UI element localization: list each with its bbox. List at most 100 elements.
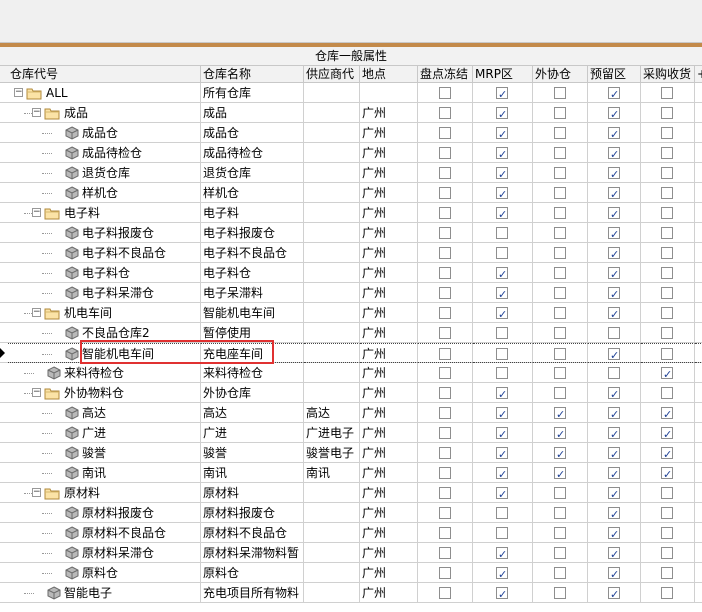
outsource-checkbox[interactable] <box>554 445 566 463</box>
supplier-code[interactable] <box>304 583 360 603</box>
tree-cell[interactable]: − 原材料 <box>8 483 201 503</box>
location[interactable]: 广州 <box>360 463 418 483</box>
table-row[interactable]: 电子料呆滞仓 电子呆滞料 广州 <box>0 283 702 303</box>
supplier-code[interactable] <box>304 323 360 343</box>
reserve-checkbox[interactable] <box>608 125 620 143</box>
table-row[interactable]: 原材料呆滞仓 原材料呆滞物料暂 广州 <box>0 543 702 563</box>
reserve-checkbox[interactable] <box>608 185 620 203</box>
outsource-checkbox[interactable] <box>554 307 566 319</box>
warehouse-name[interactable]: 电子呆滞料 <box>201 283 304 303</box>
table-row[interactable]: 南讯 南讯 南讯 广州 <box>0 463 702 483</box>
mrp-checkbox[interactable] <box>496 285 508 303</box>
purchase-receive-checkbox[interactable] <box>661 527 673 539</box>
purchase-receive-checkbox[interactable] <box>661 207 673 219</box>
supplier-code[interactable] <box>304 543 360 563</box>
stock-freeze-checkbox[interactable] <box>439 307 451 319</box>
purchase-receive-checkbox[interactable] <box>661 547 673 559</box>
outsource-checkbox[interactable] <box>554 487 566 499</box>
location[interactable]: 广州 <box>360 243 418 263</box>
collapse-toggle-icon[interactable]: − <box>32 388 41 397</box>
tree-cell[interactable]: 原材料不良品仓 <box>8 523 201 543</box>
location[interactable]: 广州 <box>360 363 418 383</box>
collapse-toggle-icon[interactable]: − <box>32 208 41 217</box>
outsource-checkbox[interactable] <box>554 465 566 483</box>
reserve-checkbox[interactable] <box>608 265 620 283</box>
stock-freeze-checkbox[interactable] <box>439 127 451 139</box>
outsource-checkbox[interactable] <box>554 127 566 139</box>
location[interactable]: 广州 <box>360 403 418 423</box>
location[interactable]: 广州 <box>360 123 418 143</box>
column-header-location[interactable]: 地点 <box>360 66 418 83</box>
outsource-checkbox[interactable] <box>554 187 566 199</box>
purchase-receive-checkbox[interactable] <box>661 287 673 299</box>
reserve-checkbox[interactable] <box>608 465 620 483</box>
stock-freeze-checkbox[interactable] <box>439 327 451 339</box>
purchase-receive-checkbox[interactable] <box>661 348 673 360</box>
warehouse-name[interactable]: 智能机电车间 <box>201 303 304 323</box>
tree-cell[interactable]: 原材料报废仓 <box>8 503 201 523</box>
stock-freeze-checkbox[interactable] <box>439 207 451 219</box>
collapse-toggle-icon[interactable]: − <box>14 88 23 97</box>
mrp-checkbox[interactable] <box>496 145 508 163</box>
location[interactable]: 广州 <box>360 323 418 343</box>
table-row[interactable]: 退货仓库 退货仓库 广州 <box>0 163 702 183</box>
reserve-checkbox[interactable] <box>608 367 620 379</box>
purchase-receive-checkbox[interactable] <box>661 507 673 519</box>
tree-cell[interactable]: 电子料不良品仓 <box>8 243 201 263</box>
stock-freeze-checkbox[interactable] <box>439 87 451 99</box>
table-row[interactable]: − 电子料 电子料 广州 <box>0 203 702 223</box>
supplier-code[interactable] <box>304 203 360 223</box>
supplier-code[interactable] <box>304 383 360 403</box>
warehouse-name[interactable]: 原材料不良品仓 <box>201 523 304 543</box>
stock-freeze-checkbox[interactable] <box>439 107 451 119</box>
supplier-code[interactable] <box>304 503 360 523</box>
table-row[interactable]: 骏誉 骏誉 骏誉电子 广州 <box>0 443 702 463</box>
stock-freeze-checkbox[interactable] <box>439 247 451 259</box>
stock-freeze-checkbox[interactable] <box>439 527 451 539</box>
warehouse-name[interactable]: 电子料 <box>201 203 304 223</box>
purchase-receive-checkbox[interactable] <box>661 465 673 483</box>
outsource-checkbox[interactable] <box>554 348 566 360</box>
tree-cell[interactable]: − 外协物料仓 <box>8 383 201 403</box>
mrp-checkbox[interactable] <box>496 385 508 403</box>
warehouse-name[interactable]: 南讯 <box>201 463 304 483</box>
reserve-checkbox[interactable] <box>608 85 620 103</box>
outsource-checkbox[interactable] <box>554 547 566 559</box>
purchase-receive-checkbox[interactable] <box>661 405 673 423</box>
mrp-checkbox[interactable] <box>496 125 508 143</box>
warehouse-name[interactable]: 原材料呆滞物料暂 <box>201 543 304 563</box>
tree-cell[interactable]: 成品待检仓 <box>8 143 201 163</box>
warehouse-name[interactable]: 成品待检仓 <box>201 143 304 163</box>
column-header-outsource[interactable]: 外协仓 <box>533 66 588 83</box>
reserve-checkbox[interactable] <box>608 485 620 503</box>
mrp-checkbox[interactable] <box>496 205 508 223</box>
table-row[interactable]: 智能电子 充电项目所有物料 广州 <box>0 583 702 603</box>
outsource-checkbox[interactable] <box>554 167 566 179</box>
reserve-checkbox[interactable] <box>608 165 620 183</box>
reserve-checkbox[interactable] <box>608 445 620 463</box>
warehouse-name[interactable]: 电子料不良品仓 <box>201 243 304 263</box>
purchase-receive-checkbox[interactable] <box>661 487 673 499</box>
column-header-mrp[interactable]: MRP区 <box>473 66 533 83</box>
supplier-code[interactable] <box>304 103 360 123</box>
supplier-code[interactable] <box>304 243 360 263</box>
stock-freeze-checkbox[interactable] <box>439 367 451 379</box>
purchase-receive-checkbox[interactable] <box>661 327 673 339</box>
warehouse-name[interactable]: 所有仓库 <box>201 83 304 103</box>
table-row[interactable]: 原材料报废仓 原材料报废仓 广州 <box>0 503 702 523</box>
location[interactable]: 广州 <box>360 163 418 183</box>
mrp-checkbox[interactable] <box>496 565 508 583</box>
mrp-checkbox[interactable] <box>496 327 508 339</box>
purchase-receive-checkbox[interactable] <box>661 387 673 399</box>
reserve-checkbox[interactable] <box>608 105 620 123</box>
location[interactable]: 广州 <box>360 143 418 163</box>
tree-cell[interactable]: − 电子料 <box>8 203 201 223</box>
mrp-checkbox[interactable] <box>496 507 508 519</box>
supplier-code[interactable] <box>304 143 360 163</box>
supplier-code[interactable] <box>304 363 360 383</box>
purchase-receive-checkbox[interactable] <box>661 247 673 259</box>
location[interactable]: 广州 <box>360 283 418 303</box>
stock-freeze-checkbox[interactable] <box>439 387 451 399</box>
stock-freeze-checkbox[interactable] <box>439 147 451 159</box>
stock-freeze-checkbox[interactable] <box>439 507 451 519</box>
